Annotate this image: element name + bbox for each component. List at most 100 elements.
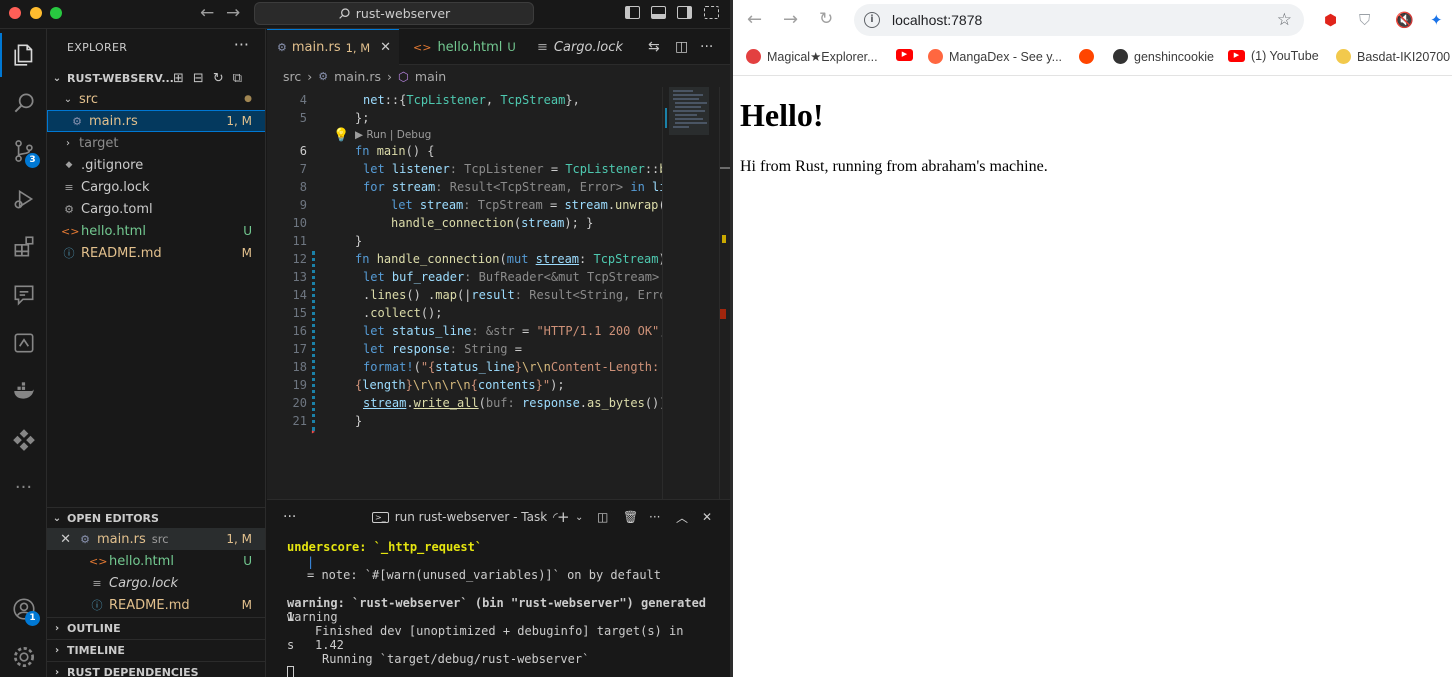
close-window-button[interactable] (9, 7, 21, 19)
tree-item-cargo-toml[interactable]: ⚙ Cargo.toml (47, 198, 265, 220)
terminal-task-selector[interactable]: >_ run rust-webserver - Task ◜ (372, 510, 558, 524)
compare-changes-icon[interactable]: ⇆ (648, 39, 660, 55)
lightbulb-icon[interactable]: 💡 (333, 128, 349, 143)
outline-header[interactable]: › OUTLINE (47, 617, 265, 639)
zoom-window-button[interactable] (50, 7, 62, 19)
trash-icon[interactable]: 🗑 (623, 510, 638, 524)
code-line: }; (355, 111, 370, 125)
bookmark-youtube[interactable]: ▶ (1) YouTube (1228, 49, 1319, 63)
tab-hello-html[interactable]: <> hello.html U (403, 29, 526, 65)
line-number: 8 (299, 180, 307, 194)
open-editor-hello-html[interactable]: <> hello.html U (47, 550, 265, 572)
bookmark-youtube-a[interactable]: ▶ (896, 49, 919, 61)
minimap[interactable] (662, 87, 720, 499)
extensions-puzzle-icon[interactable]: ✦ (1430, 11, 1443, 29)
accounts-icon[interactable]: 1 (0, 587, 47, 631)
azure-icon[interactable] (0, 417, 47, 461)
toggle-primary-sidebar-icon[interactable] (625, 6, 640, 19)
more-actions-icon[interactable]: ··· (700, 39, 713, 55)
breadcrumb-item[interactable]: main (415, 69, 446, 84)
forward-arrow-icon[interactable]: → (226, 3, 240, 23)
remote-explorer-icon[interactable] (0, 321, 47, 365)
address-bar[interactable]: i localhost:7878 ☆ (854, 4, 1304, 36)
comments-icon[interactable] (0, 273, 47, 317)
code-line: let response: String = (363, 342, 522, 356)
bookmark-magical-explorer[interactable]: Magical★Explorer... (746, 49, 878, 64)
back-arrow-icon[interactable]: ← (200, 3, 214, 23)
html-file-icon: <> (413, 40, 432, 54)
favicon-icon (1336, 49, 1351, 64)
code-line: .collect(); (363, 306, 443, 320)
line-number: 13 (292, 270, 307, 284)
split-editor-icon[interactable]: ◫ (675, 39, 688, 55)
minimize-window-button[interactable] (30, 7, 42, 19)
editor-scrollbar[interactable] (719, 87, 730, 499)
tab-cargo-lock[interactable]: ≡ Cargo.lock (527, 29, 633, 65)
close-panel-icon[interactable]: ✕ (702, 510, 712, 524)
codelens-run-debug[interactable]: ▶ Run | Debug (355, 129, 431, 141)
source-control-icon[interactable]: 3 (0, 129, 47, 173)
adblock-extension-icon[interactable]: ⬢ (1324, 11, 1337, 29)
mute-tab-icon[interactable]: 🔇 (1395, 11, 1414, 29)
tree-item-cargo-lock[interactable]: ≡ Cargo.lock (47, 176, 265, 198)
collapse-all-icon[interactable]: ⧉ (233, 71, 242, 86)
bookmark-star-icon[interactable]: ☆ (1277, 10, 1292, 30)
bookmark-reddit[interactable] (1079, 49, 1100, 64)
maximize-panel-icon[interactable]: ︿ (676, 509, 688, 526)
timeline-header[interactable]: › TIMELINE (47, 639, 265, 661)
command-center-search[interactable]: rust-webserver (254, 2, 534, 25)
tree-item-gitignore[interactable]: ◆ .gitignore (47, 154, 265, 176)
open-editor-main-rs[interactable]: ✕ ⚙ main.rs src 1, M (47, 528, 265, 550)
explorer-more-actions-button[interactable]: ··· (234, 35, 249, 54)
open-editors-header[interactable]: ⌄ OPEN EDITORS (47, 507, 265, 529)
reload-icon[interactable]: ↻ (819, 9, 833, 29)
extensions-icon[interactable] (0, 225, 47, 269)
new-folder-icon[interactable]: ⊟ (193, 71, 204, 86)
tab-main-rs[interactable]: ⚙ main.rs 1, M ✕ (267, 29, 399, 65)
site-info-icon[interactable]: i (864, 12, 880, 28)
bookmark-label: Magical★Explorer... (767, 50, 878, 64)
tree-item-readme[interactable]: ⓘ README.md M (47, 242, 265, 264)
refresh-icon[interactable]: ↻ (213, 71, 224, 86)
manage-gear-icon[interactable] (0, 635, 47, 677)
back-arrow-icon[interactable]: ← (747, 9, 762, 30)
tree-item-src[interactable]: ⌄ src ● (47, 88, 265, 110)
new-terminal-icon[interactable]: + (557, 508, 570, 526)
breadcrumb-item[interactable]: src (283, 69, 301, 84)
list-file-icon: ≡ (537, 39, 548, 55)
docker-icon[interactable] (0, 369, 47, 413)
tree-item-main-rs[interactable]: ⚙ main.rs 1, M (47, 110, 265, 132)
explorer-icon[interactable] (0, 33, 47, 77)
editor-tabs: ⚙ main.rs 1, M ✕ <> hello.html U ≡ Cargo… (267, 29, 730, 65)
tree-item-label: Cargo.lock (81, 179, 150, 195)
breadcrumb-item[interactable]: main.rs (334, 69, 381, 84)
new-file-icon[interactable]: ⊞ (173, 71, 184, 86)
bookmark-genshincookie[interactable]: genshincookie (1113, 49, 1214, 64)
tree-item-hello-html[interactable]: <> hello.html U (47, 220, 265, 242)
open-editor-readme[interactable]: ⓘ README.md M (47, 594, 265, 616)
close-icon[interactable]: ✕ (47, 532, 77, 547)
open-editor-cargo-lock[interactable]: ≡ Cargo.lock (47, 572, 265, 594)
line-number: 6 (299, 144, 307, 158)
terminal-more-icon[interactable]: ··· (649, 510, 660, 524)
shield-extension-icon[interactable]: ⛉ (1359, 11, 1370, 29)
tree-item-target[interactable]: › target (47, 132, 265, 154)
code-editor[interactable]: 4 5 6 7 8 9 10 11 12 13 14 15 16 17 18 1… (267, 91, 662, 499)
toggle-panel-icon[interactable] (651, 6, 666, 19)
search-icon[interactable] (0, 81, 47, 125)
forward-arrow-icon[interactable]: → (783, 9, 798, 30)
run-debug-icon[interactable] (0, 177, 47, 221)
title-bar: ← → rust-webserver (0, 0, 730, 29)
url-text: localhost:7878 (892, 12, 983, 28)
split-terminal-icon[interactable]: ◫ (597, 510, 608, 524)
more-views-icon[interactable]: ··· (0, 465, 47, 509)
close-icon[interactable]: ✕ (380, 40, 391, 55)
bookmark-basdat[interactable]: Basdat-IKI20700 (1336, 49, 1450, 64)
rust-dependencies-header[interactable]: › RUST DEPENDENCIES (47, 661, 265, 677)
customize-layout-icon[interactable] (704, 6, 719, 19)
bookmark-mangadex[interactable]: MangaDex - See y... (928, 49, 1062, 64)
toggle-secondary-sidebar-icon[interactable] (677, 6, 692, 19)
chevron-down-icon[interactable]: ⌄ (575, 512, 583, 523)
panel-more-icon[interactable]: ··· (283, 509, 296, 525)
workspace-root[interactable]: ⌄ RUST-WEBSERV... ⊞ ⊟ ↻ ⧉ (47, 67, 265, 89)
